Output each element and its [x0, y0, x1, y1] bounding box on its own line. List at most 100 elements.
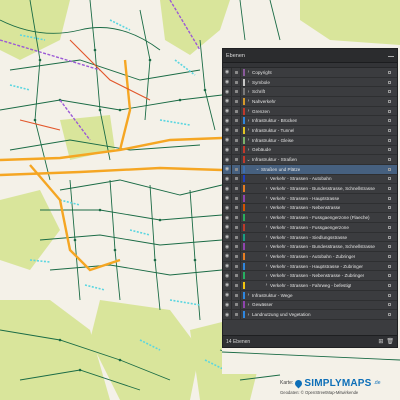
visibility-eye-icon[interactable]: ◉ — [223, 155, 232, 164]
chevron-right-icon[interactable]: › — [245, 147, 252, 153]
visibility-eye-icon[interactable]: ◉ — [223, 300, 232, 310]
layer-target-icon[interactable] — [388, 283, 391, 287]
layer-row[interactable]: ◉ › Grenzen — [223, 106, 397, 117]
lock-icon[interactable] — [232, 126, 241, 135]
chevron-right-icon[interactable]: › — [245, 89, 252, 95]
chevron-right-icon[interactable]: › — [245, 302, 252, 308]
layer-target-icon[interactable] — [388, 158, 391, 162]
visibility-eye-icon[interactable]: ◉ — [223, 261, 232, 271]
lock-icon[interactable] — [232, 68, 241, 77]
chevron-right-icon[interactable]: › — [245, 312, 252, 318]
visibility-eye-icon[interactable]: ◉ — [223, 116, 232, 126]
layer-target-icon[interactable] — [388, 119, 391, 123]
visibility-eye-icon[interactable]: ◉ — [223, 77, 232, 87]
lock-icon[interactable] — [232, 145, 241, 155]
chevron-right-icon[interactable]: › — [245, 118, 252, 124]
layer-target-icon[interactable] — [388, 148, 391, 152]
layers-panel[interactable]: Ebenen ◉ › Copyright ◉ › Symbole ◉ › Schrift ◉ › Na… — [222, 48, 398, 348]
layer-row[interactable]: ◉ ⌄ Straßen und Plätze — [223, 164, 397, 175]
layers-list[interactable]: ◉ › Copyright ◉ › Symbole ◉ › Schrift ◉ › Nahverkeh… — [223, 68, 397, 334]
chevron-right-icon[interactable]: › — [245, 69, 252, 75]
layer-target-icon[interactable] — [388, 235, 391, 239]
visibility-eye-icon[interactable]: ◉ — [223, 252, 232, 261]
visibility-eye-icon[interactable]: ◉ — [223, 97, 232, 106]
layer-target-icon[interactable] — [388, 177, 391, 181]
layer-target-icon[interactable] — [388, 264, 391, 268]
layer-row[interactable]: ◉ › Verkehr - Strassen - Hauptstrasse - Zu… — [223, 261, 397, 272]
delete-layer-icon[interactable]: 🗑 — [386, 338, 394, 345]
lock-icon[interactable] — [232, 242, 241, 252]
visibility-eye-icon[interactable]: ◉ — [223, 290, 232, 300]
lock-icon[interactable] — [232, 252, 241, 261]
panel-menu-icon[interactable] — [388, 55, 394, 57]
lock-icon[interactable] — [232, 223, 241, 232]
lock-icon[interactable] — [232, 174, 241, 184]
lock-icon[interactable] — [232, 87, 241, 97]
lock-icon[interactable] — [232, 271, 241, 281]
layer-target-icon[interactable] — [388, 128, 391, 132]
visibility-eye-icon[interactable]: ◉ — [223, 271, 232, 281]
chevron-right-icon[interactable]: › — [245, 127, 252, 133]
layer-row[interactable]: ◉ › Copyright — [223, 68, 397, 78]
layer-row[interactable]: ◉ › Verkehr - Strassen - Bundesstrasse, Sc… — [223, 242, 397, 253]
visibility-eye-icon[interactable]: ◉ — [223, 193, 232, 203]
chevron-right-icon[interactable]: › — [245, 292, 252, 298]
visibility-eye-icon[interactable]: ◉ — [223, 281, 232, 290]
chevron-right-icon[interactable]: › — [263, 195, 270, 201]
layer-target-icon[interactable] — [388, 206, 391, 210]
chevron-right-icon[interactable]: › — [245, 137, 252, 143]
layer-target-icon[interactable] — [388, 216, 391, 220]
chevron-right-icon[interactable]: › — [263, 234, 270, 240]
lock-icon[interactable] — [232, 213, 241, 222]
visibility-eye-icon[interactable]: ◉ — [223, 106, 232, 116]
layer-target-icon[interactable] — [388, 245, 391, 249]
layer-target-icon[interactable] — [388, 99, 391, 103]
layer-row[interactable]: ◉ › Verkehr - Strassen - Nebenstrasse — [223, 203, 397, 214]
visibility-eye-icon[interactable]: ◉ — [223, 242, 232, 252]
visibility-eye-icon[interactable]: ◉ — [223, 310, 232, 319]
lock-icon[interactable] — [232, 106, 241, 116]
lock-icon[interactable] — [232, 77, 241, 87]
layer-row[interactable]: ◉ › Gebäude — [223, 145, 397, 156]
layer-target-icon[interactable] — [388, 187, 391, 191]
layer-target-icon[interactable] — [388, 80, 391, 84]
layer-row[interactable]: ◉ › Verkehr - Strassen - Fussgaengerzone (… — [223, 213, 397, 223]
lock-icon[interactable] — [232, 290, 241, 300]
layer-row[interactable]: ◉ ⌄ Infrastruktur - Straßen — [223, 155, 397, 165]
visibility-eye-icon[interactable]: ◉ — [223, 145, 232, 155]
lock-icon[interactable] — [232, 135, 241, 145]
chevron-right-icon[interactable]: › — [263, 263, 270, 269]
layer-target-icon[interactable] — [388, 293, 391, 297]
lock-icon[interactable] — [232, 203, 241, 213]
layer-row[interactable]: ◉ › Schrift — [223, 87, 397, 98]
chevron-right-icon[interactable]: › — [245, 98, 252, 104]
chevron-right-icon[interactable]: › — [263, 186, 270, 192]
layer-target-icon[interactable] — [388, 138, 391, 142]
layer-target-icon[interactable] — [388, 109, 391, 113]
layer-row[interactable]: ◉ › Nahverkehr — [223, 97, 397, 107]
chevron-right-icon[interactable]: › — [263, 176, 270, 182]
layer-target-icon[interactable] — [388, 90, 391, 94]
lock-icon[interactable] — [232, 281, 241, 290]
chevron-right-icon[interactable]: › — [263, 215, 270, 221]
chevron-right-icon[interactable]: › — [263, 282, 270, 288]
layer-row[interactable]: ◉ › Verkehr - Strassen - Fussgaengerzone — [223, 223, 397, 233]
visibility-eye-icon[interactable]: ◉ — [223, 203, 232, 213]
layer-row[interactable]: ◉ › Verkehr - Strassen - Siedlungsstrasse — [223, 232, 397, 243]
layer-target-icon[interactable] — [388, 254, 391, 258]
chevron-right-icon[interactable]: › — [263, 273, 270, 279]
visibility-eye-icon[interactable]: ◉ — [223, 174, 232, 184]
visibility-eye-icon[interactable]: ◉ — [223, 223, 232, 232]
lock-icon[interactable] — [232, 184, 241, 193]
layer-row[interactable]: ◉ › Verkehr - Strassen - Nebenstrasse - Zu… — [223, 271, 397, 282]
new-layer-icon[interactable]: ⊞ — [378, 338, 383, 345]
visibility-eye-icon[interactable]: ◉ — [223, 126, 232, 135]
visibility-eye-icon[interactable]: ◉ — [223, 135, 232, 145]
chevron-right-icon[interactable]: › — [263, 224, 270, 230]
chevron-right-icon[interactable]: › — [245, 108, 252, 114]
lock-icon[interactable] — [232, 300, 241, 310]
layer-row[interactable]: ◉ › Infrastruktur - Tunnel — [223, 126, 397, 136]
lock-icon[interactable] — [232, 164, 241, 174]
lock-icon[interactable] — [232, 155, 241, 164]
chevron-right-icon[interactable]: › — [263, 253, 270, 259]
